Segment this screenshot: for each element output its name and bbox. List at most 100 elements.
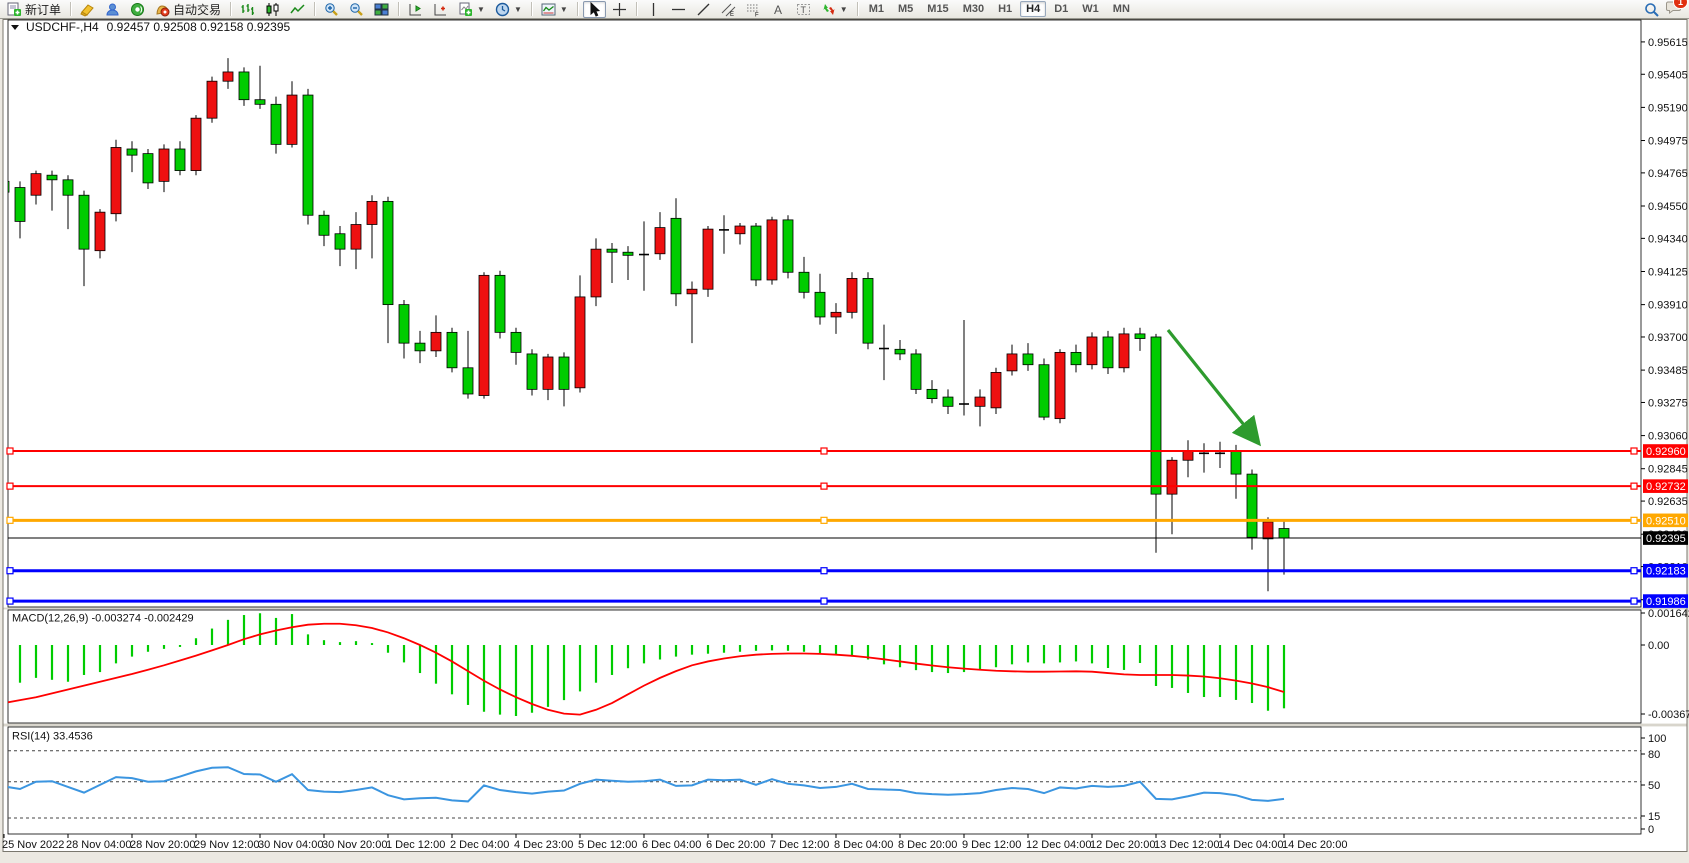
auto-trading-button[interactable]: 自动交易 xyxy=(151,1,225,18)
crosshair-tool-button[interactable] xyxy=(608,1,631,18)
timeframe-d1[interactable]: D1 xyxy=(1048,1,1074,17)
auto-scroll-icon xyxy=(433,2,448,17)
line-handle[interactable] xyxy=(7,448,13,454)
hline-tool-button[interactable] xyxy=(667,1,690,18)
candle-bullish xyxy=(1119,334,1129,368)
candle-bullish xyxy=(1087,337,1097,365)
line-chart-button[interactable] xyxy=(286,1,309,18)
crosshair-icon xyxy=(612,2,627,17)
candle-bearish xyxy=(559,357,569,389)
profiles-button[interactable]: ▼ xyxy=(537,1,572,18)
candle-bearish xyxy=(415,343,425,351)
cursor-tool-button[interactable] xyxy=(583,1,606,18)
text-label-tool-button[interactable]: T xyxy=(792,1,815,18)
line-handle[interactable] xyxy=(821,517,827,523)
line-handle[interactable] xyxy=(1631,448,1637,454)
line-handle[interactable] xyxy=(821,448,827,454)
candle-bearish xyxy=(1039,365,1049,417)
candle-bearish xyxy=(1071,352,1081,364)
candle-bearish xyxy=(319,215,329,235)
timeframe-m1[interactable]: M1 xyxy=(863,1,890,17)
price-line-tag-text: 0.92183 xyxy=(1646,566,1686,578)
chevron-down-icon: ▼ xyxy=(560,5,568,14)
vline-tool-button[interactable] xyxy=(642,1,665,18)
notifications-button[interactable]: 1 xyxy=(1666,0,1683,20)
candle-bearish xyxy=(815,292,825,317)
periods-button[interactable]: ▼ xyxy=(491,1,526,18)
candle-bullish xyxy=(1263,522,1273,539)
chart-canvas[interactable]: 0.956150.954050.951900.949750.947650.945… xyxy=(0,19,1689,858)
candle-bearish xyxy=(175,149,185,171)
rsi-axis-label: 0 xyxy=(1648,824,1654,836)
timeframe-mn[interactable]: MN xyxy=(1107,1,1136,17)
search-icon[interactable] xyxy=(1644,2,1660,18)
pane-separator[interactable] xyxy=(4,608,1687,610)
vline-icon xyxy=(646,2,661,17)
separator xyxy=(398,2,399,16)
new-order-label: 新订单 xyxy=(25,1,61,18)
time-axis-label: 30 Nov 20:00 xyxy=(322,839,387,851)
line-handle[interactable] xyxy=(821,598,827,604)
candle-bullish xyxy=(703,229,713,289)
candle-bullish xyxy=(735,226,745,234)
time-axis-label: 25 Nov 2022 xyxy=(2,839,64,851)
zoom-in-button[interactable] xyxy=(320,1,343,18)
candle-bullish xyxy=(591,249,601,297)
new-order-button[interactable]: 新订单 xyxy=(3,1,65,18)
chevron-down-icon: ▼ xyxy=(514,5,522,14)
line-handle[interactable] xyxy=(1631,568,1637,574)
time-axis-label: 1 Dec 12:00 xyxy=(386,839,445,851)
timeframe-m30[interactable]: M30 xyxy=(957,1,990,17)
candle-bearish xyxy=(1135,334,1145,339)
candle-bearish xyxy=(239,72,249,100)
fibonacci-tool-button[interactable]: F xyxy=(742,1,765,18)
profile-button[interactable] xyxy=(76,1,99,18)
macd-pane[interactable] xyxy=(8,610,1641,723)
candle-bullish xyxy=(687,289,697,294)
bar-chart-button[interactable] xyxy=(236,1,259,18)
timeframe-h4[interactable]: H4 xyxy=(1020,1,1046,17)
text-tool-button[interactable]: A xyxy=(767,1,790,18)
timeframe-m5[interactable]: M5 xyxy=(892,1,919,17)
line-handle[interactable] xyxy=(7,568,13,574)
line-handle[interactable] xyxy=(1631,483,1637,489)
zoom-in-icon xyxy=(324,2,339,17)
candle-bearish xyxy=(783,220,793,272)
timeframe-h1[interactable]: H1 xyxy=(992,1,1018,17)
line-handle[interactable] xyxy=(821,568,827,574)
new-chart-button[interactable]: ▼ xyxy=(454,1,489,18)
channel-tool-button[interactable]: E xyxy=(717,1,740,18)
candle-bullish xyxy=(1055,352,1065,418)
separator xyxy=(577,2,578,16)
new-order-icon xyxy=(7,2,22,17)
shift-end-button[interactable] xyxy=(404,1,427,18)
candle-bearish xyxy=(607,249,617,252)
line-handle[interactable] xyxy=(7,598,13,604)
line-handle[interactable] xyxy=(7,483,13,489)
candle-bearish xyxy=(623,252,633,255)
separator xyxy=(531,2,532,16)
community-button[interactable] xyxy=(101,1,124,18)
timeframe-w1[interactable]: W1 xyxy=(1076,1,1105,17)
line-handle[interactable] xyxy=(1631,517,1637,523)
candle-bearish xyxy=(63,180,73,195)
line-handle[interactable] xyxy=(1631,598,1637,604)
candle-bearish xyxy=(495,275,505,332)
candle-bearish xyxy=(143,154,153,183)
tile-windows-button[interactable] xyxy=(370,1,393,18)
zoom-out-button[interactable] xyxy=(345,1,368,18)
candle-chart-button[interactable] xyxy=(261,1,284,18)
line-handle[interactable] xyxy=(7,517,13,523)
alerts-button[interactable] xyxy=(126,1,149,18)
trendline-icon xyxy=(696,2,711,17)
price-axis-label: 0.95405 xyxy=(1648,69,1688,81)
line-handle[interactable] xyxy=(821,483,827,489)
trendline-tool-button[interactable] xyxy=(692,1,715,18)
pane-separator[interactable] xyxy=(4,724,1687,727)
arrows-tool-button[interactable]: ▼ xyxy=(817,1,852,18)
auto-scroll-button[interactable] xyxy=(429,1,452,18)
candle-bearish xyxy=(927,389,937,398)
candle-bearish xyxy=(895,349,905,354)
time-axis-label: 28 Nov 20:00 xyxy=(130,839,195,851)
timeframe-m15[interactable]: M15 xyxy=(921,1,954,17)
